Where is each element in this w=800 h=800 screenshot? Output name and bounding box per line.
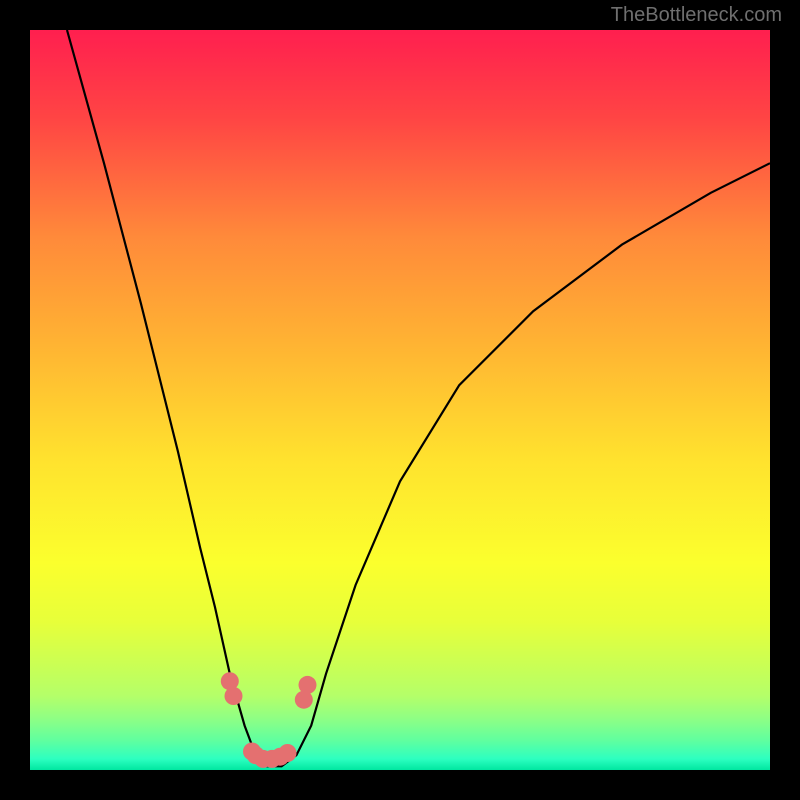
chart-canvas	[0, 0, 800, 800]
data-marker	[279, 744, 297, 762]
plot-background	[30, 30, 770, 770]
data-marker	[299, 676, 317, 694]
chart-stage: TheBottleneck.com	[0, 0, 800, 800]
data-marker	[225, 687, 243, 705]
